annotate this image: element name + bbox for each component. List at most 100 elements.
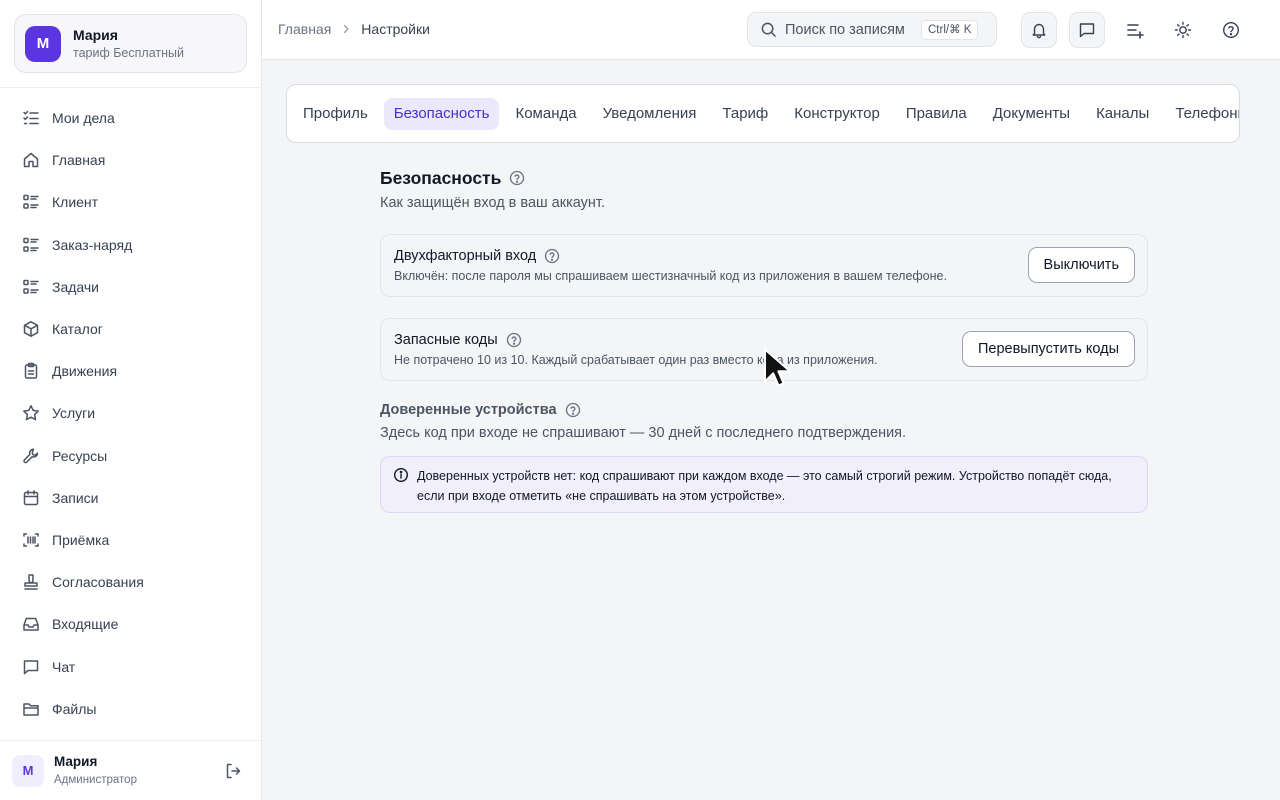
sidebar-item-label: Главная — [52, 152, 106, 169]
tab-plan[interactable]: Тариф — [712, 98, 778, 130]
backup-codes-title: Запасные коды — [394, 332, 498, 348]
search-icon — [760, 21, 777, 38]
sidebar-item-resources[interactable]: Ресурсы — [0, 435, 261, 477]
star-icon — [22, 404, 40, 422]
account-avatar: М — [25, 25, 61, 62]
trusted-devices-header: Доверенные устройства — [380, 402, 581, 418]
sidebar-item-chat[interactable]: Чат — [0, 645, 261, 687]
tab-profile[interactable]: Профиль — [293, 98, 378, 130]
trusted-devices-title: Доверенные устройства — [380, 402, 557, 418]
user-profile: М Мария Администратор — [0, 740, 261, 800]
sidebar-item-approvals[interactable]: Согласования — [0, 561, 261, 603]
sidebar-item-client[interactable]: Клиент — [0, 181, 261, 223]
two-factor-description: Включён: после пароля мы спрашиваем шест… — [394, 269, 947, 283]
sidebar-item-label: Клиент — [52, 194, 99, 211]
theme-toggle-button[interactable] — [1165, 12, 1201, 48]
two-factor-title: Двухфакторный вход — [394, 248, 537, 264]
tab-security[interactable]: Безопасность — [383, 98, 500, 130]
chat-icon — [22, 658, 40, 676]
tab-team[interactable]: Команда — [505, 98, 586, 130]
sidebar-item-services[interactable]: Услуги — [0, 392, 261, 434]
account-plan: тариф Бесплатный — [73, 45, 184, 60]
sidebar-item-label: Записи — [52, 489, 99, 506]
security-section: Безопасность Как защищён вход в ваш акка… — [380, 166, 1148, 513]
search-input[interactable] — [785, 21, 917, 38]
info-icon — [393, 467, 409, 483]
help-circle-icon[interactable] — [544, 248, 560, 264]
user-info: Мария Администратор — [54, 753, 137, 788]
home-icon — [22, 151, 40, 169]
sun-icon — [1174, 21, 1192, 39]
messages-button[interactable] — [1069, 12, 1105, 48]
sidebar-item-my-tasks[interactable]: Мои дела — [0, 97, 261, 139]
tab-notifications[interactable]: Уведомления — [593, 98, 707, 130]
sidebar-item-work-order[interactable]: Заказ-наряд — [0, 224, 261, 266]
add-task-button[interactable] — [1117, 12, 1153, 48]
page-title: Безопасность — [380, 167, 502, 188]
help-circle-icon[interactable] — [506, 332, 522, 348]
account-name: Мария — [73, 26, 118, 43]
sidebar-item-files[interactable]: Файлы — [0, 688, 261, 730]
sidebar-item-label: Мои дела — [52, 110, 115, 127]
topbar: Главная Настройки Ctrl/⌘ K — [262, 0, 1280, 60]
breadcrumb-current: Настройки — [361, 21, 430, 37]
chevron-right-icon — [340, 23, 352, 35]
sidebar-item-receiving[interactable]: Приёмка — [0, 519, 261, 561]
sidebar-item-label: Каталог — [52, 321, 103, 338]
tab-documents[interactable]: Документы — [983, 98, 1080, 130]
sidebar-item-catalog[interactable]: Каталог — [0, 308, 261, 350]
sidebar-item-label: Задачи — [52, 278, 100, 295]
scan-barcode-icon — [22, 531, 40, 549]
breadcrumb: Главная Настройки — [278, 21, 430, 37]
sidebar-item-label: Чат — [52, 658, 76, 675]
search-shortcut: Ctrl/⌘ K — [921, 19, 979, 40]
help-circle-icon[interactable] — [565, 402, 581, 418]
sidebar-item-label: Ресурсы — [52, 447, 108, 464]
mouse-cursor-icon — [763, 348, 791, 388]
clipboard-icon — [22, 362, 40, 380]
list-checks-icon — [22, 109, 40, 127]
stamp-icon — [22, 573, 40, 591]
sidebar-item-inbox[interactable]: Входящие — [0, 603, 261, 645]
backup-codes-description: Не потрачено 10 из 10. Каждый срабатывае… — [394, 353, 878, 367]
notifications-button[interactable] — [1021, 12, 1057, 48]
sidebar-item-home[interactable]: Главная — [0, 139, 261, 181]
list-plus-icon — [1126, 21, 1144, 39]
sidebar-item-label: Согласования — [52, 574, 144, 591]
help-circle-icon — [1222, 21, 1240, 39]
two-factor-header: Двухфакторный вход — [394, 248, 560, 264]
chat-icon — [1078, 21, 1096, 39]
tab-telephony[interactable]: Телефония — [1165, 98, 1239, 130]
account-info: Мария тариф Бесплатный — [73, 26, 184, 62]
list-grid-icon — [22, 278, 40, 296]
user-name: Мария — [54, 754, 98, 769]
help-circle-icon[interactable] — [509, 170, 525, 186]
trusted-devices-description: Здесь код при входе не спрашивают — 30 д… — [380, 425, 907, 441]
sidebar-item-movements[interactable]: Движения — [0, 350, 261, 392]
trusted-devices-info: Доверенных устройств нет: код спрашивают… — [380, 456, 1148, 513]
sidebar-item-records[interactable]: Записи — [0, 477, 261, 519]
tab-channels[interactable]: Каналы — [1086, 98, 1159, 130]
box-icon — [22, 320, 40, 338]
tab-builder[interactable]: Конструктор — [784, 98, 890, 130]
sidebar: М Мария тариф Бесплатный Мои дела Главна… — [0, 0, 262, 800]
settings-tabs: Профиль Безопасность Команда Уведомления… — [286, 84, 1240, 143]
sidebar-nav: Мои дела Главная Клиент Заказ-наряд Зада… — [0, 97, 261, 730]
sidebar-item-label: Услуги — [52, 405, 96, 422]
search-box[interactable]: Ctrl/⌘ K — [747, 12, 997, 47]
sidebar-item-tasks[interactable]: Задачи — [0, 266, 261, 308]
reissue-codes-button[interactable]: Перевыпустить коды — [961, 331, 1135, 367]
folder-icon — [22, 700, 40, 718]
help-button[interactable] — [1213, 12, 1249, 48]
list-grid-icon — [22, 193, 40, 211]
sidebar-item-label: Заказ-наряд — [52, 236, 133, 253]
breadcrumb-home[interactable]: Главная — [278, 21, 331, 37]
logout-icon[interactable] — [224, 762, 242, 780]
user-role: Администратор — [54, 774, 137, 786]
account-switcher[interactable]: М Мария тариф Бесплатный — [14, 14, 247, 73]
calendar-icon — [22, 489, 40, 507]
disable-two-factor-button[interactable]: Выключить — [1027, 247, 1135, 283]
trusted-devices-info-text: Доверенных устройств нет: код спрашивают… — [417, 469, 1112, 503]
tab-rules[interactable]: Правила — [896, 98, 977, 130]
two-factor-card: Двухфакторный вход Включён: после пароля… — [380, 234, 1148, 297]
